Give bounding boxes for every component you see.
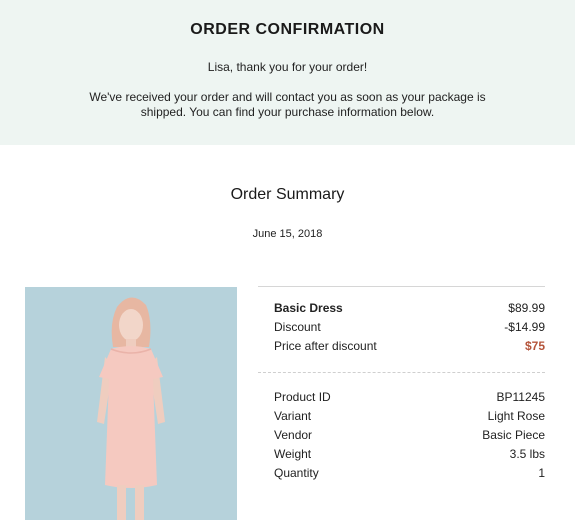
final-price-label: Price after discount xyxy=(274,339,377,353)
weight-label: Weight xyxy=(274,447,312,461)
product-id-row: Product ID BP11245 xyxy=(274,388,545,406)
quantity-value: 1 xyxy=(538,466,545,480)
discount-value: -$14.99 xyxy=(504,320,545,334)
order-date: June 15, 2018 xyxy=(252,228,323,240)
variant-row: Variant Light Rose xyxy=(274,407,545,425)
thank-you-message: Lisa, thank you for your order! xyxy=(207,60,368,74)
vendor-row: Vendor Basic Piece xyxy=(274,426,545,444)
product-name: Basic Dress xyxy=(274,301,343,315)
discount-row: Discount -$14.99 xyxy=(274,318,545,336)
product-id-value: BP11245 xyxy=(496,390,546,404)
variant-value: Light Rose xyxy=(487,409,545,423)
product-price: $89.99 xyxy=(508,301,545,315)
vendor-value: Basic Piece xyxy=(482,428,545,442)
product-id-label: Product ID xyxy=(274,390,331,404)
confirmation-message: We've received your order and will conta… xyxy=(89,90,486,119)
quantity-row: Quantity 1 xyxy=(274,464,545,482)
variant-label: Variant xyxy=(274,409,312,423)
quantity-label: Quantity xyxy=(274,466,319,480)
product-image xyxy=(25,287,237,520)
model-in-dress-illustration xyxy=(25,287,237,520)
divider xyxy=(258,286,545,287)
final-price-value: $75 xyxy=(524,339,545,353)
discount-label: Discount xyxy=(274,320,321,334)
vendor-label: Vendor xyxy=(274,428,313,442)
page-title: ORDER CONFIRMATION xyxy=(190,21,385,38)
weight-value: 3.5 lbs xyxy=(509,447,545,461)
confirmation-header: ORDER CONFIRMATION Lisa, thank you for y… xyxy=(0,0,575,145)
order-summary-heading: Order Summary xyxy=(230,186,345,203)
product-row: Basic Dress $89.99 xyxy=(274,299,545,317)
divider xyxy=(258,372,545,373)
weight-row: Weight 3.5 lbs xyxy=(274,445,545,463)
final-price-row: Price after discount $75 xyxy=(274,337,545,355)
